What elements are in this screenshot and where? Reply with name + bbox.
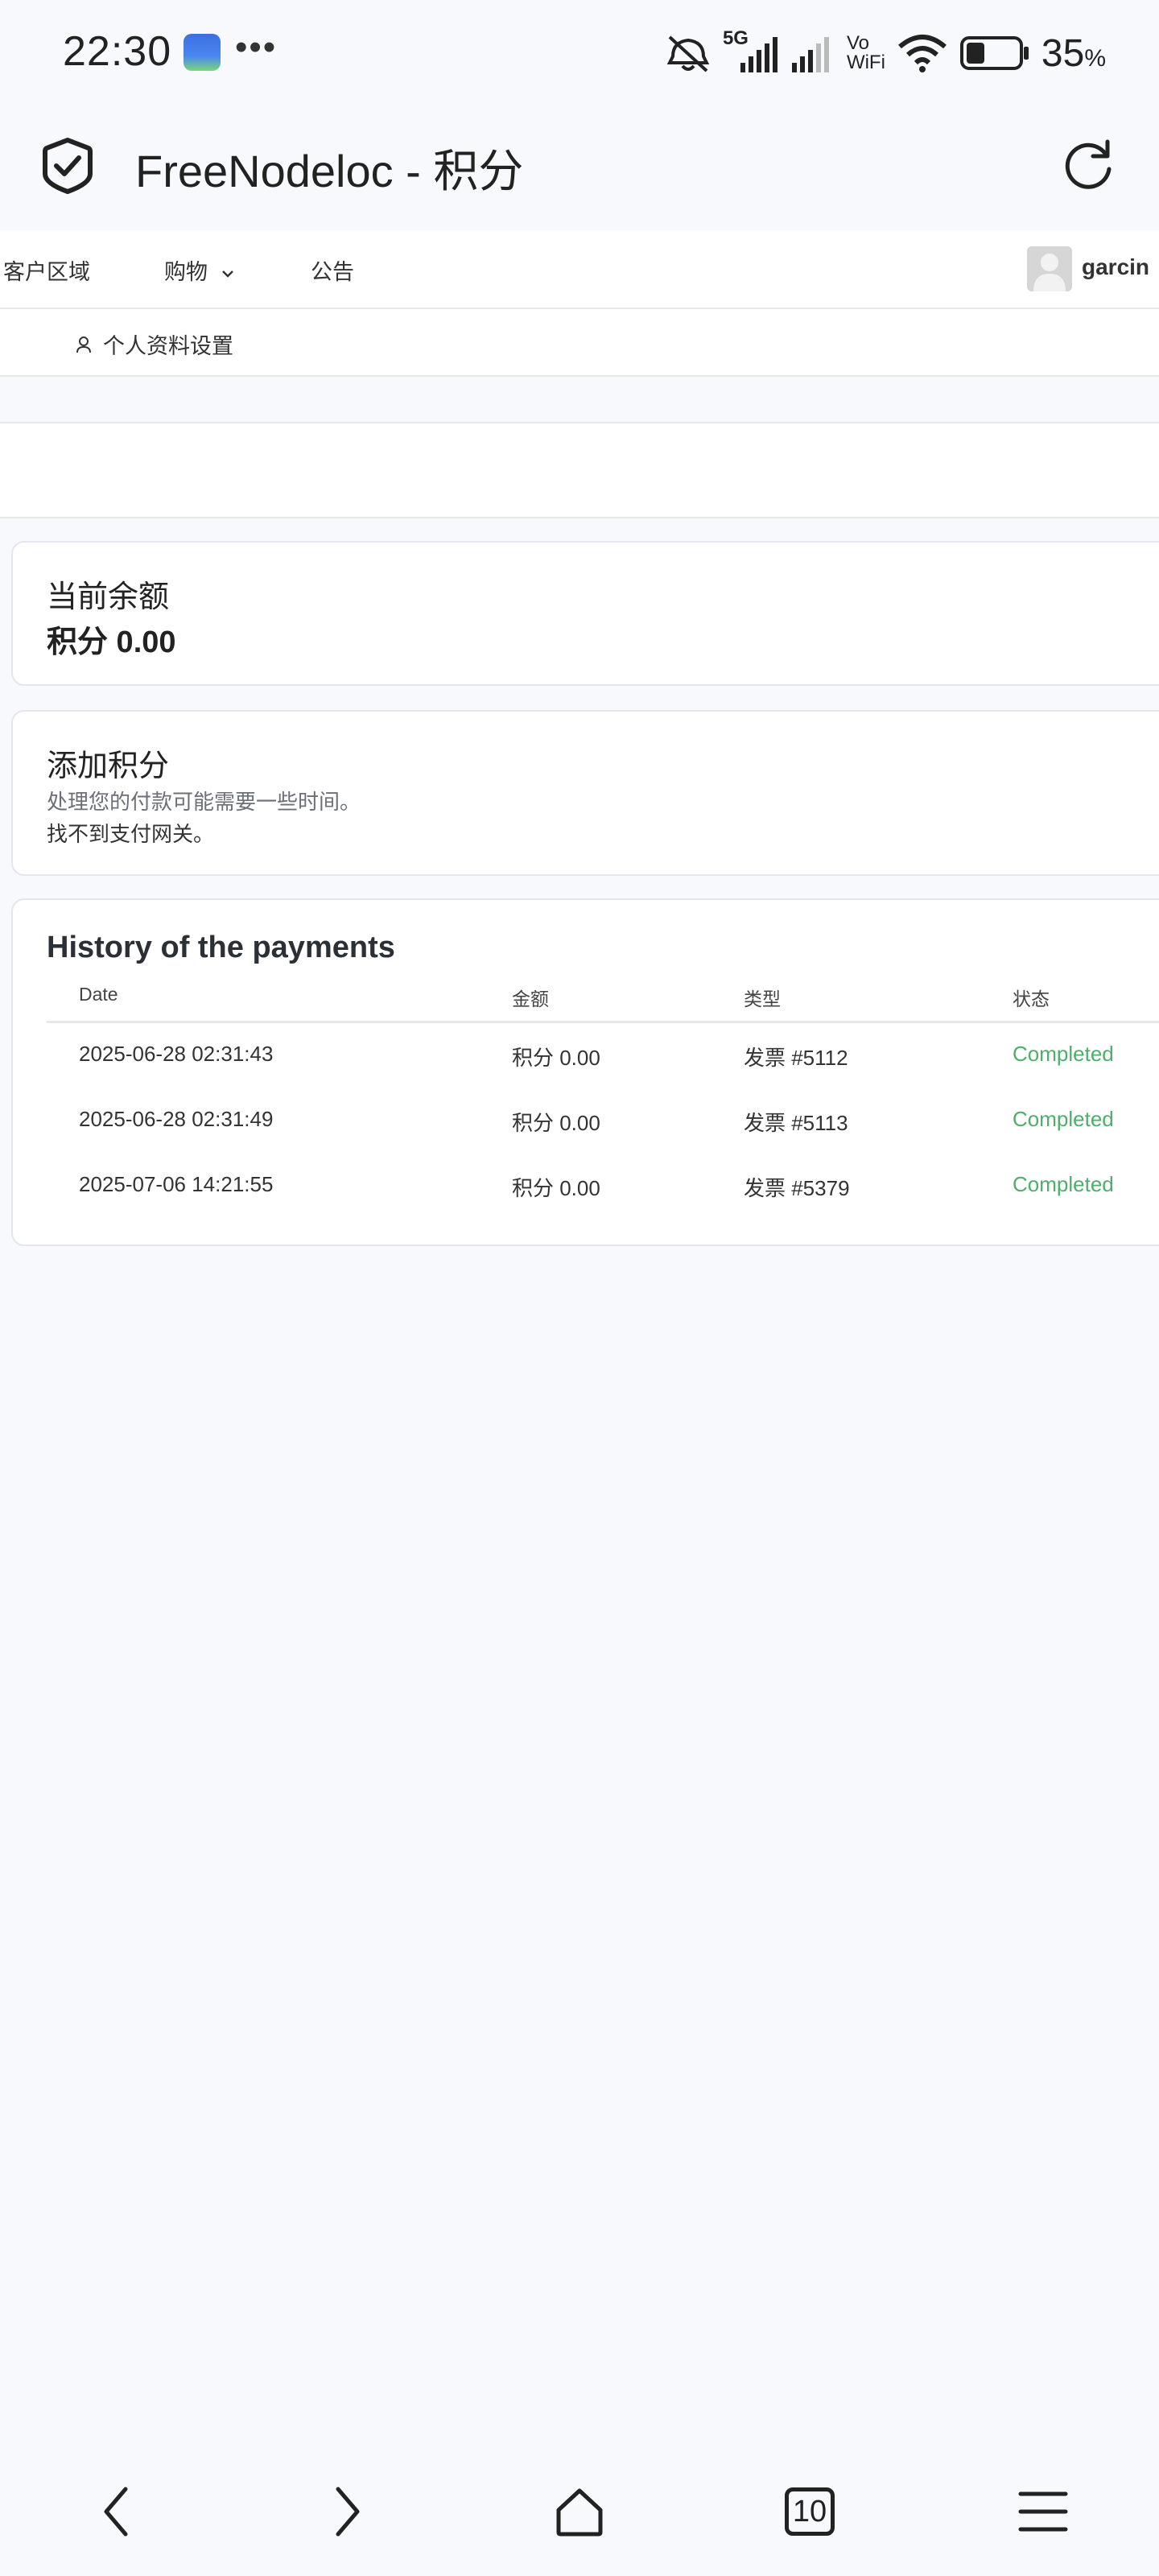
chevron-down-icon <box>221 270 233 278</box>
forward-button[interactable] <box>316 2479 380 2544</box>
mute-icon <box>666 35 710 72</box>
status-bar: 22:30 ••• 5G Vo WiFi 35% <box>0 0 1159 105</box>
menu-icon <box>1018 2491 1068 2532</box>
column-header-type: 类型 <box>744 989 781 1009</box>
content-spacer <box>0 422 1159 518</box>
cell-amount: 积分 0.00 <box>512 1176 600 1200</box>
status-time: 22:30 <box>63 28 172 75</box>
signal-5g-icon: 5G <box>723 27 779 74</box>
signal-icon <box>791 37 829 72</box>
balance-value: 积分 0.00 <box>47 625 176 659</box>
balance-card: 当前余额 积分 0.00 <box>11 541 1159 686</box>
payment-history-card: History of the payments Date 金额 类型 状态 20… <box>11 898 1159 1246</box>
page-title: FreeNodeloc - 积分 <box>135 146 524 196</box>
cell-amount: 积分 0.00 <box>512 1111 600 1135</box>
cell-type[interactable]: 发票 #5379 <box>744 1172 850 1202</box>
column-header-amount: 金额 <box>512 989 549 1009</box>
tabs-button[interactable]: 10 <box>777 2479 842 2544</box>
vowifi-top-label: Vo <box>846 32 869 54</box>
more-notifications-icon: ••• <box>235 27 278 67</box>
nav-item-announcements[interactable]: 公告 <box>311 254 354 286</box>
battery-percent: 35% <box>1041 31 1106 76</box>
cell-date: 2025-06-28 02:31:43 <box>79 1042 274 1066</box>
cell-date: 2025-07-06 14:21:55 <box>79 1172 274 1196</box>
app-header: FreeNodeloc - 积分 <box>0 105 1159 230</box>
refresh-icon[interactable] <box>1061 137 1116 192</box>
profile-settings-label: 个人资料设置 <box>103 334 233 358</box>
cell-type[interactable]: 发票 #5112 <box>744 1042 848 1071</box>
home-icon <box>556 2488 603 2537</box>
battery-percent-value: 35 <box>1041 31 1085 75</box>
cell-status: Completed <box>1013 1107 1114 1131</box>
status-icons: 5G Vo WiFi 35% <box>665 27 1106 77</box>
back-button[interactable] <box>84 2479 148 2544</box>
browser-bottom-nav: 10 <box>0 2447 1159 2576</box>
wifi-icon <box>897 35 947 72</box>
add-credit-heading: 添加积分 <box>47 749 170 783</box>
cell-type[interactable]: 发票 #5113 <box>744 1107 848 1137</box>
vowifi-bottom-label: WiFi <box>846 52 885 73</box>
nav-item-client-area[interactable]: 客户区域 <box>3 254 90 286</box>
shield-check-icon[interactable] <box>42 137 93 195</box>
username[interactable]: garcin <box>1082 254 1149 280</box>
top-nav: 客户区域 购物 公告 garcin <box>0 230 1159 309</box>
back-icon <box>104 2487 128 2537</box>
app-notification-icon <box>184 34 221 71</box>
battery-percent-unit: % <box>1084 44 1106 72</box>
profile-settings-link[interactable]: 个人资料设置 <box>76 328 233 360</box>
vowifi-icon: Vo WiFi <box>847 34 885 72</box>
history-title: History of the payments <box>47 931 395 964</box>
nav-item-shop-label: 购物 <box>164 260 208 284</box>
cell-status: Completed <box>1013 1172 1114 1196</box>
menu-button[interactable] <box>1011 2479 1075 2544</box>
table-header-divider <box>47 1021 1159 1023</box>
add-credit-card: 添加积分 处理您的付款可能需要一些时间。 找不到支付网关。 <box>11 710 1159 876</box>
cell-status: Completed <box>1013 1042 1114 1066</box>
column-header-status: 状态 <box>1013 989 1050 1009</box>
no-gateway-message: 找不到支付网关。 <box>47 822 215 846</box>
cell-amount: 积分 0.00 <box>512 1046 600 1070</box>
user-icon <box>76 336 91 353</box>
column-header-date: Date <box>79 984 118 1005</box>
tabs-icon: 10 <box>785 2487 835 2536</box>
forward-icon <box>336 2487 360 2537</box>
balance-heading: 当前余额 <box>47 580 170 614</box>
home-button[interactable] <box>547 2479 612 2544</box>
sub-nav: 个人资料设置 <box>0 309 1159 377</box>
add-credit-note: 处理您的付款可能需要一些时间。 <box>47 790 361 814</box>
avatar[interactable] <box>1027 246 1072 291</box>
nav-item-shop[interactable]: 购物 <box>164 254 235 286</box>
battery-icon <box>959 36 1029 70</box>
cell-date: 2025-06-28 02:31:49 <box>79 1107 274 1131</box>
